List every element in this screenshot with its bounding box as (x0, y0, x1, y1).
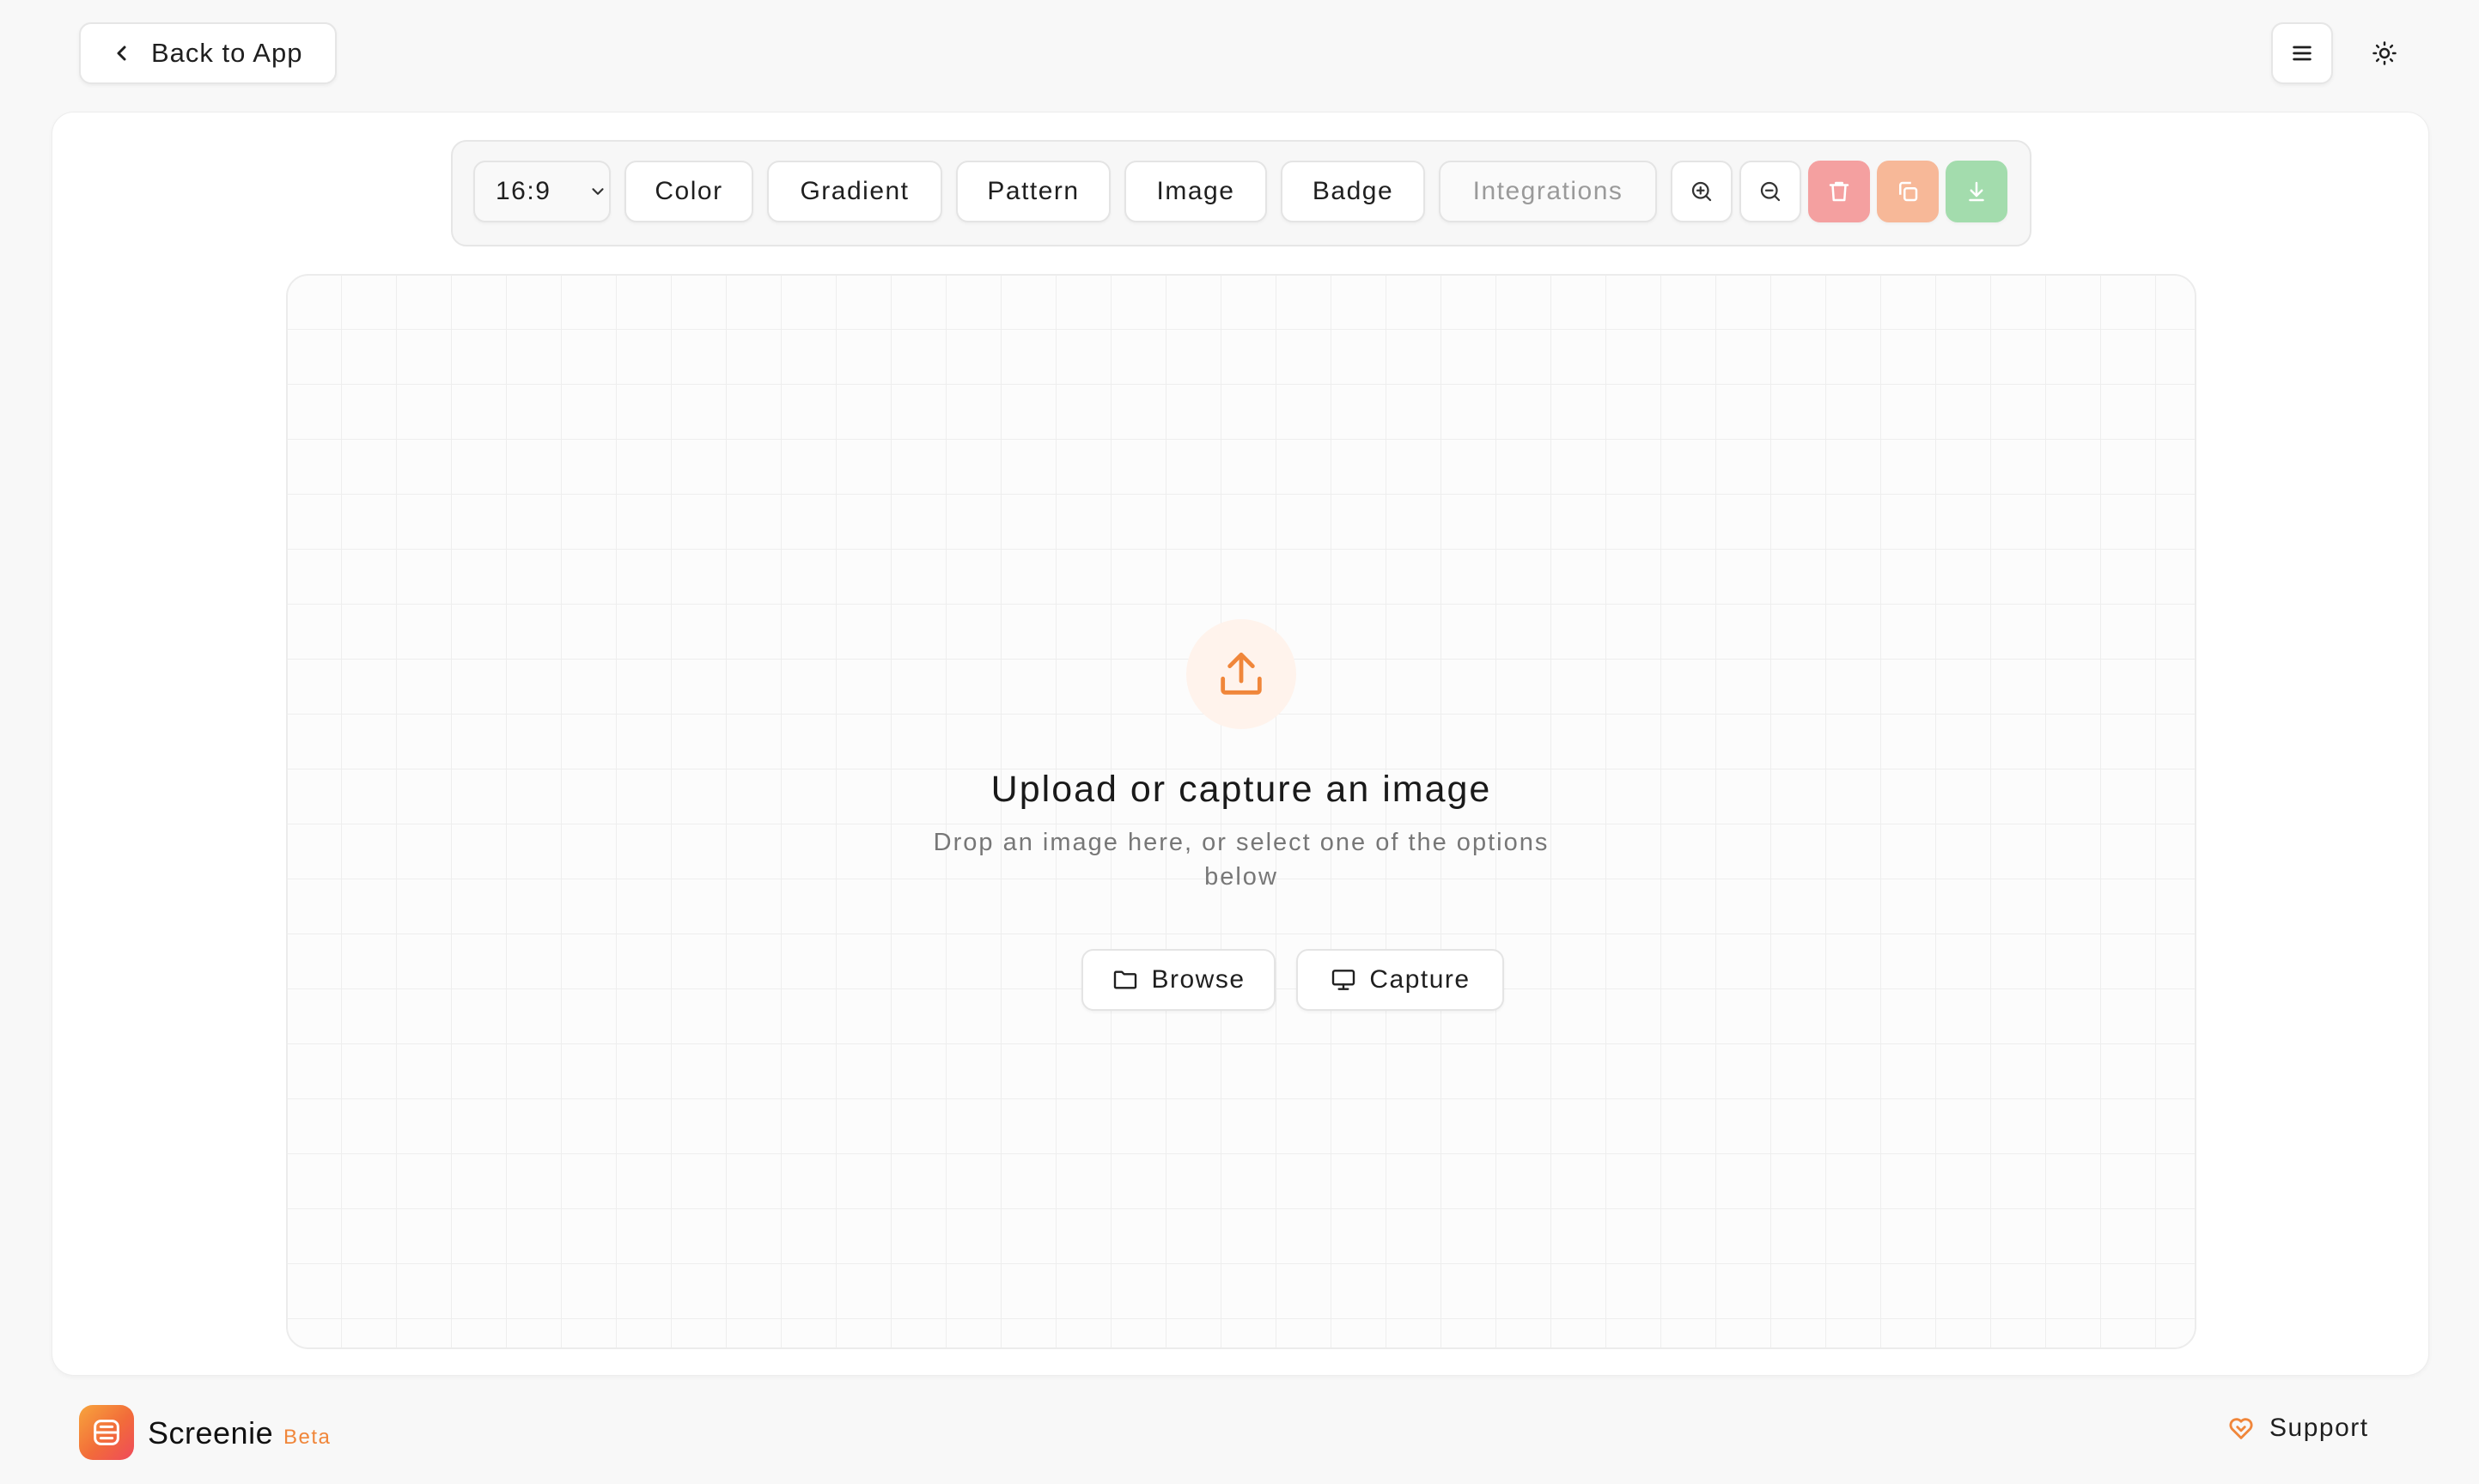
theme-toggle-button[interactable] (2354, 22, 2415, 84)
screenie-logo-icon (94, 1420, 119, 1445)
aspect-ratio-select[interactable]: 16:9 (473, 161, 611, 222)
copy-button[interactable] (1877, 161, 1939, 222)
sun-icon (2372, 41, 2397, 65)
browse-label: Browse (1151, 965, 1246, 994)
support-label: Support (2269, 1414, 2369, 1442)
monitor-icon (1332, 970, 1355, 990)
trash-icon (1829, 181, 1849, 202)
delete-button[interactable] (1808, 161, 1870, 222)
image-button[interactable]: Image (1124, 161, 1267, 222)
chevron-down-icon (592, 188, 604, 195)
upload-icon (1221, 652, 1262, 695)
menu-button[interactable] (2271, 22, 2333, 84)
screenie-logo[interactable] (79, 1405, 134, 1460)
aspect-ratio-value: 16:9 (496, 177, 551, 205)
pattern-button[interactable]: Pattern (956, 161, 1111, 222)
hamburger-menu-icon (2293, 46, 2312, 61)
chevron-left-icon (117, 46, 126, 61)
capture-button[interactable]: Capture (1296, 949, 1504, 1011)
footer: Screenie Beta Support (0, 1383, 2479, 1484)
top-bar: Back to App (0, 0, 2479, 112)
back-to-app-button[interactable]: Back to App (79, 22, 337, 84)
integrations-button[interactable]: Integrations (1439, 161, 1657, 222)
capture-label: Capture (1369, 965, 1471, 994)
upload-subtitle: Drop an image here, or select one of the… (933, 829, 1550, 891)
upload-title: Upload or capture an image (990, 769, 1492, 810)
heart-handshake-icon (2229, 1418, 2253, 1439)
editor-toolbar: 16:9 Color Gradient Pattern Image Badge … (451, 140, 2031, 246)
support-link[interactable]: Support (2226, 1414, 2369, 1443)
back-to-app-label: Back to App (151, 38, 303, 68)
color-button[interactable]: Color (624, 161, 753, 222)
zoom-out-button[interactable] (1739, 161, 1801, 222)
editor-card: 16:9 Color Gradient Pattern Image Badge … (52, 112, 2429, 1376)
drop-zone-canvas[interactable]: Upload or capture an image Drop an image… (286, 274, 2196, 1349)
zoom-in-button[interactable] (1671, 161, 1733, 222)
zoom-out-icon (1760, 181, 1781, 202)
download-icon (1969, 181, 1984, 202)
upload-icon-circle (1186, 619, 1296, 729)
copy-icon (1899, 181, 1918, 202)
badge-button[interactable]: Badge (1281, 161, 1425, 222)
brand-name: Screenie (148, 1415, 274, 1451)
download-button[interactable] (1946, 161, 2007, 222)
beta-badge: Beta (283, 1426, 332, 1449)
zoom-in-icon (1691, 181, 1712, 202)
folder-icon (1114, 970, 1137, 989)
gradient-button[interactable]: Gradient (767, 161, 942, 222)
browse-button[interactable]: Browse (1081, 949, 1276, 1011)
